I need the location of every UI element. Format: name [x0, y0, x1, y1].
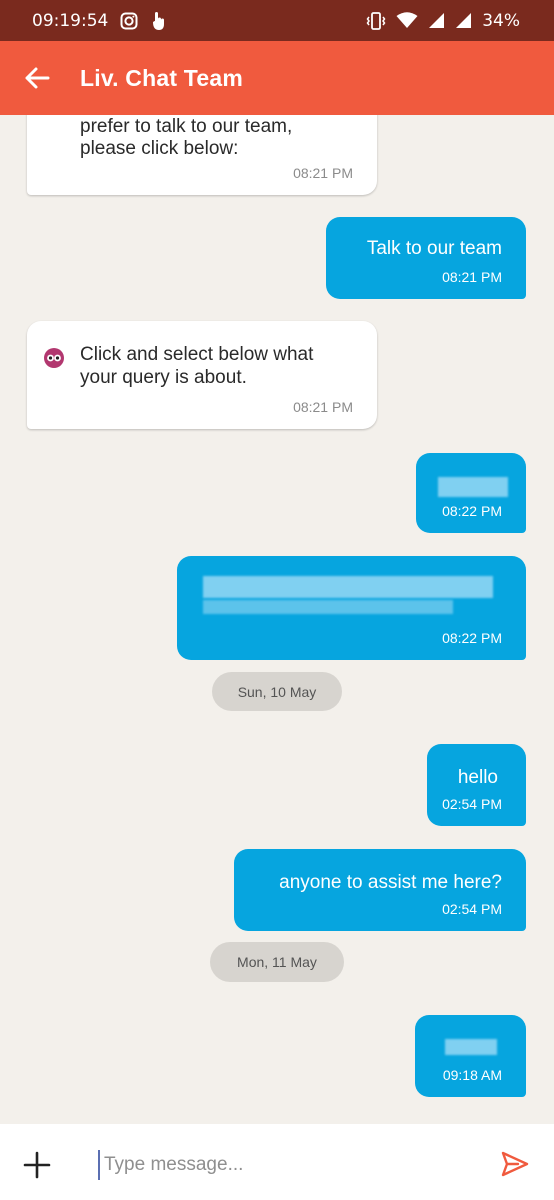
- instagram-icon: [120, 12, 138, 29]
- bot-avatar-icon: [44, 348, 64, 368]
- message-text: Talk to our team: [366, 238, 502, 259]
- message-time: 08:21 PM: [442, 269, 502, 285]
- outgoing-message: Talk to our team 08:21 PM: [326, 217, 526, 299]
- message-time: 08:22 PM: [442, 630, 502, 646]
- incoming-message: prefer to talk to our team, please click…: [27, 115, 377, 195]
- arrow-left-icon[interactable]: [22, 63, 52, 93]
- outgoing-message: 08:22 PM: [177, 556, 526, 660]
- incoming-message: Click and select below what your query i…: [27, 321, 377, 429]
- message-text: anyone to assist me here?: [279, 872, 502, 893]
- outgoing-message: 09:18 AM: [415, 1015, 526, 1097]
- message-text: Click and select below what: [80, 344, 314, 365]
- message-time: 09:18 AM: [442, 1067, 502, 1083]
- outgoing-message: hello 02:54 PM: [427, 744, 526, 826]
- message-text: prefer to talk to our team,: [80, 116, 293, 137]
- outgoing-message: anyone to assist me here? 02:54 PM: [234, 849, 526, 931]
- status-bar: 09:19:54 34%: [0, 0, 554, 41]
- wifi-icon: [396, 12, 418, 28]
- message-text: please click below:: [80, 138, 239, 159]
- date-separator: Sun, 10 May: [212, 672, 342, 711]
- message-text: your query is about.: [80, 367, 247, 388]
- redacted-text: [203, 576, 493, 598]
- signal-icon: [429, 13, 445, 28]
- signal-icon: [456, 13, 472, 28]
- redacted-text: [445, 1039, 497, 1055]
- page-title: Liv. Chat Team: [80, 64, 243, 91]
- redacted-text: [203, 600, 453, 614]
- date-label: Sun, 10 May: [237, 683, 317, 700]
- message-time: 08:22 PM: [442, 503, 502, 519]
- message-composer: [0, 1124, 554, 1200]
- touch-icon: [153, 11, 165, 30]
- plus-icon[interactable]: [22, 1150, 52, 1180]
- chat-area[interactable]: prefer to talk to our team, please click…: [0, 115, 554, 1124]
- message-time: 08:21 PM: [293, 399, 353, 415]
- message-text: hello: [457, 767, 498, 788]
- app-bar: Liv. Chat Team: [0, 41, 554, 115]
- message-time: 08:21 PM: [293, 165, 353, 181]
- date-separator: Mon, 11 May: [210, 942, 344, 982]
- message-input[interactable]: [98, 1150, 466, 1180]
- message-time: 02:54 PM: [442, 901, 502, 917]
- message-time: 02:54 PM: [442, 796, 502, 812]
- battery-level: 34%: [482, 10, 520, 31]
- redacted-text: [438, 477, 508, 497]
- send-icon[interactable]: [500, 1150, 530, 1178]
- vibrate-icon: [366, 11, 386, 30]
- status-time: 09:19:54: [32, 10, 109, 31]
- outgoing-message: 08:22 PM: [416, 453, 526, 533]
- date-label: Mon, 11 May: [237, 954, 317, 970]
